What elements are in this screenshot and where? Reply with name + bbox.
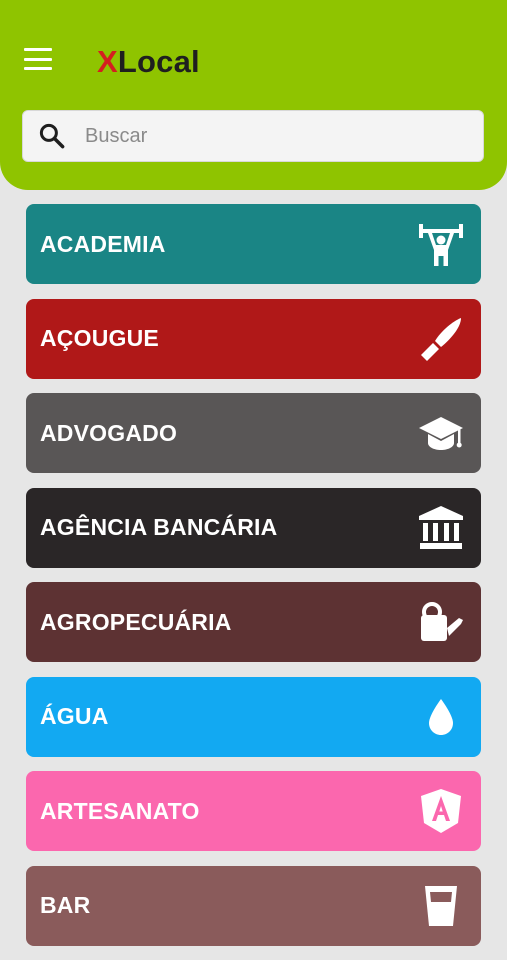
logo-x: X	[97, 44, 118, 79]
category-label: ARTESANATO	[40, 797, 200, 824]
app-logo: XLocal	[97, 44, 200, 80]
category-label: ÁGUA	[40, 703, 109, 729]
category-item-academia[interactable]: ACADEMIA	[26, 204, 481, 284]
watering-can-icon	[415, 596, 467, 648]
category-item-advogado[interactable]: ADVOGADO	[26, 393, 481, 473]
logo-text: Local	[117, 44, 200, 79]
graduation-cap-icon	[415, 407, 467, 459]
category-label: ACADEMIA	[40, 230, 166, 257]
category-item-agropecuaria[interactable]: AGROPECUÁRIA	[26, 582, 481, 662]
bank-icon	[415, 502, 467, 554]
search-input[interactable]	[83, 123, 483, 149]
category-label: BAR	[40, 892, 91, 918]
category-item-agua[interactable]: ÁGUA	[26, 676, 481, 757]
category-item-acougue[interactable]: AÇOUGUE	[26, 298, 481, 379]
app-header: XLocal	[0, 0, 507, 190]
angular-shield-icon	[415, 785, 467, 837]
glass-icon	[415, 880, 467, 932]
category-list: ACADEMIA AÇOUGUE ADVOGADO AGÊNCIA BANCÁR…	[26, 204, 481, 960]
hamburger-menu-icon[interactable]	[24, 48, 52, 70]
water-drop-icon	[415, 691, 467, 743]
category-label: AGROPECUÁRIA	[40, 608, 232, 635]
category-label: AGÊNCIA BANCÁRIA	[40, 514, 278, 540]
search-icon	[39, 123, 65, 149]
weightlifter-icon	[415, 218, 467, 270]
category-item-bar[interactable]: BAR	[26, 865, 481, 946]
category-label: AÇOUGUE	[40, 325, 159, 351]
knife-icon	[415, 313, 467, 365]
search-bar[interactable]	[22, 110, 484, 162]
category-item-agencia-bancaria[interactable]: AGÊNCIA BANCÁRIA	[26, 487, 481, 568]
category-item-artesanato[interactable]: ARTESANATO	[26, 771, 481, 851]
category-label: ADVOGADO	[40, 419, 178, 446]
